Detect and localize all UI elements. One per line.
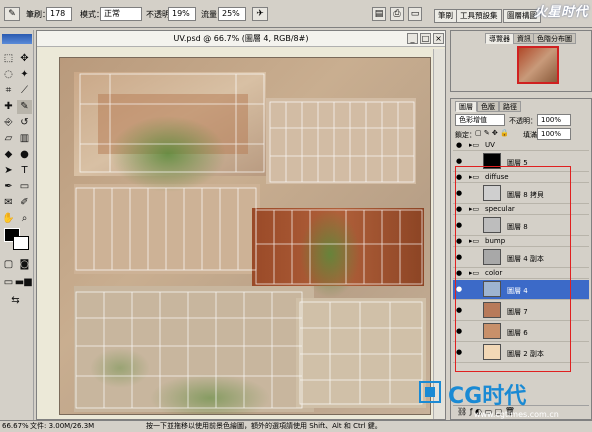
background-color-swatch[interactable]: [13, 236, 29, 250]
options-bar: ✎ 筆刷： 178 模式： 正常 不透明： 19% 流量： 25% ✈ ▤ ⎙ …: [0, 0, 592, 28]
tab-tool-presets[interactable]: 工具預設集: [456, 9, 502, 23]
print-icon[interactable]: ⎙: [390, 7, 404, 21]
screen-mode-full-icon[interactable]: ■: [23, 276, 33, 290]
zoom-tool-icon[interactable]: ⌕: [17, 212, 32, 226]
lock-icons[interactable]: ▢ ✎ ✥ 🔒: [475, 129, 509, 137]
healing-brush-tool-icon[interactable]: ✚: [1, 100, 16, 114]
layer-group-row[interactable]: ● ▸▭ UV: [453, 141, 589, 151]
tab-brushes[interactable]: 筆刷: [434, 9, 457, 23]
pen-tool-icon[interactable]: ✒: [1, 180, 16, 194]
standard-mode-icon[interactable]: ▢: [1, 258, 16, 272]
annotation-red-box: [455, 166, 571, 372]
layer-opacity-field[interactable]: 100%: [537, 114, 571, 126]
folder-icon[interactable]: ▸▭: [469, 141, 479, 149]
tab-histogram[interactable]: 色階分布圖: [533, 33, 576, 44]
flow-field[interactable]: 25%: [218, 7, 246, 21]
dodge-tool-icon[interactable]: ●: [17, 148, 32, 162]
blur-tool-icon[interactable]: ◆: [1, 148, 16, 162]
slice-tool-icon[interactable]: ⟋: [17, 84, 32, 98]
type-tool-icon[interactable]: T: [17, 164, 32, 178]
navigator-thumbnail[interactable]: [517, 46, 559, 84]
minimize-icon[interactable]: _: [407, 33, 418, 44]
clone-stamp-tool-icon[interactable]: ⎆: [1, 116, 16, 130]
tab-paths[interactable]: 路徑: [499, 101, 521, 112]
document-title: UV.psd @ 66.7% (圖層 4, RGB/8#): [173, 34, 309, 43]
logo-hxsd: 火星时代: [533, 5, 588, 20]
watermark-brand: CG时代: [448, 384, 527, 409]
brush-tool-preset-icon[interactable]: ✎: [4, 7, 20, 21]
folder-icon[interactable]: ▭: [408, 7, 422, 21]
history-brush-tool-icon[interactable]: ↺: [17, 116, 32, 130]
lock-label: 鎖定：: [455, 131, 476, 139]
blend-mode-select[interactable]: 色彩增值: [455, 114, 505, 126]
marquee-tool-icon[interactable]: ⬚: [1, 52, 16, 66]
toolbox: ⬚ ✥ ◌ ✦ ⌗ ⟋ ✚ ✎ ⎆ ↺ ▱ ▥ ◆ ● ➤ T ✒ ▭ ✉ ✐ …: [0, 30, 34, 430]
doc-icon[interactable]: ▤: [372, 7, 386, 21]
vertical-scrollbar[interactable]: [433, 49, 445, 419]
fill-field[interactable]: 100%: [537, 128, 571, 140]
opacity-field[interactable]: 19%: [168, 7, 196, 21]
visibility-eye-icon[interactable]: ●: [454, 141, 464, 149]
magic-wand-tool-icon[interactable]: ✦: [17, 68, 32, 82]
crop-tool-icon[interactable]: ⌗: [1, 84, 16, 98]
canvas-uv-texture[interactable]: [59, 57, 431, 415]
notes-tool-icon[interactable]: ✉: [1, 196, 16, 210]
uv-texture-art: [74, 72, 426, 414]
hand-tool-icon[interactable]: ✋: [1, 212, 16, 226]
move-tool-icon[interactable]: ✥: [17, 52, 32, 66]
quick-mask-icon[interactable]: ◙: [17, 258, 32, 272]
status-bar: 66.67% 文件: 3.00M/26.3M 按一下並拖移以使用前景色繪圖，額外…: [0, 420, 592, 432]
maximize-icon[interactable]: □: [420, 33, 431, 44]
status-doc-info[interactable]: 文件: 3.00M/26.3M: [30, 421, 94, 432]
tab-channels[interactable]: 色版: [477, 101, 499, 112]
eyedropper-tool-icon[interactable]: ✐: [17, 196, 32, 210]
layer-opacity-label: 不透明：: [509, 117, 537, 125]
status-hint: 按一下並拖移以使用前景色繪圖，額外的選項請使用 Shift、Alt 和 Ctrl…: [146, 422, 382, 430]
airbrush-icon[interactable]: ✈: [252, 7, 268, 21]
tab-layers[interactable]: 圖層: [455, 101, 477, 112]
gradient-tool-icon[interactable]: ▥: [17, 132, 32, 146]
lasso-tool-icon[interactable]: ◌: [1, 68, 16, 82]
brush-tool-icon[interactable]: ✎: [17, 100, 32, 114]
navigator-panel: 導覽器 資訊 色階分布圖: [450, 30, 592, 92]
status-zoom[interactable]: 66.67%: [2, 421, 29, 432]
shape-tool-icon[interactable]: ▭: [17, 180, 32, 194]
mode-select[interactable]: 正常: [100, 7, 142, 21]
eraser-tool-icon[interactable]: ▱: [1, 132, 16, 146]
close-icon[interactable]: ×: [433, 33, 444, 44]
toolbox-header: [2, 34, 32, 44]
imageready-icon[interactable]: ⇆: [8, 294, 23, 308]
watermark-url: www.cgtimes.com.cn: [474, 410, 559, 419]
visibility-eye-icon[interactable]: ●: [454, 157, 464, 165]
tab-navigator[interactable]: 導覽器: [485, 33, 514, 44]
document-window: UV.psd @ 66.7% (圖層 4, RGB/8#) _ □ ×: [36, 30, 446, 420]
document-title-bar[interactable]: UV.psd @ 66.7% (圖層 4, RGB/8#) _ □ ×: [37, 31, 445, 47]
tab-info[interactable]: 資訊: [513, 33, 535, 44]
brush-size-field[interactable]: 178: [46, 7, 72, 21]
cg-times-logo-icon: [419, 381, 441, 403]
layer-group-name: UV: [485, 141, 495, 149]
path-selection-tool-icon[interactable]: ➤: [1, 164, 16, 178]
